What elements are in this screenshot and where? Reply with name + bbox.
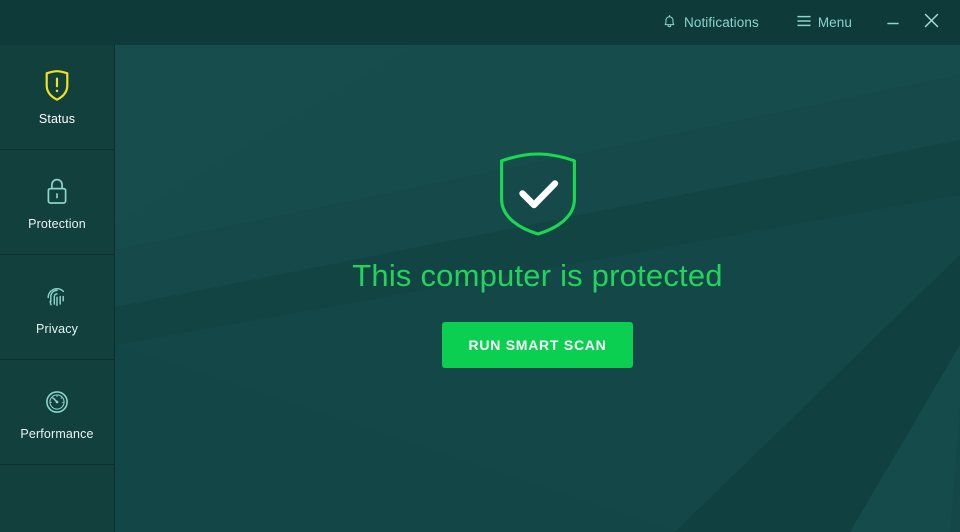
sidebar-empty-slot [0,465,114,532]
avast-main-window: Notifications Menu Status Protection Pri… [0,0,960,532]
menu-label: Menu [817,14,852,30]
sidebar-item-privacy[interactable]: Privacy [0,255,114,360]
sidebar-item-label: Protection [28,217,86,232]
status-headline: This computer is protected [352,258,723,293]
sidebar-item-label: Privacy [35,322,79,337]
minimize-icon [886,13,900,32]
notifications-button[interactable]: Notifications [656,0,765,45]
fingerprint-icon [40,278,74,314]
main-panel: This computer is protected RUN SMART SCA… [115,45,960,532]
bell-icon [662,13,677,32]
minimize-button[interactable] [878,0,908,45]
padlock-icon [40,173,74,209]
close-button[interactable] [916,0,946,45]
close-icon [922,11,941,35]
notifications-label: Notifications [683,14,759,30]
window-body: Status Protection Privacy Performance Th… [0,45,960,532]
sidebar-item-protection[interactable]: Protection [0,150,114,255]
hamburger-menu-icon [797,15,811,30]
speedometer-icon [40,383,74,419]
shield-check-icon [498,151,578,237]
sidebar-item-label: Status [38,112,76,127]
sidebar-item-label: Performance [20,427,94,442]
sidebar-nav: Status Protection Privacy Performance [0,45,115,532]
shield-warning-icon [40,68,74,104]
sidebar-item-performance[interactable]: Performance [0,360,114,465]
title-bar: Notifications Menu [0,0,960,45]
status-content: This computer is protected RUN SMART SCA… [115,45,960,532]
run-smart-scan-button[interactable]: RUN SMART SCAN [442,322,633,368]
menu-button[interactable]: Menu [791,0,858,45]
sidebar-item-status[interactable]: Status [0,45,114,150]
